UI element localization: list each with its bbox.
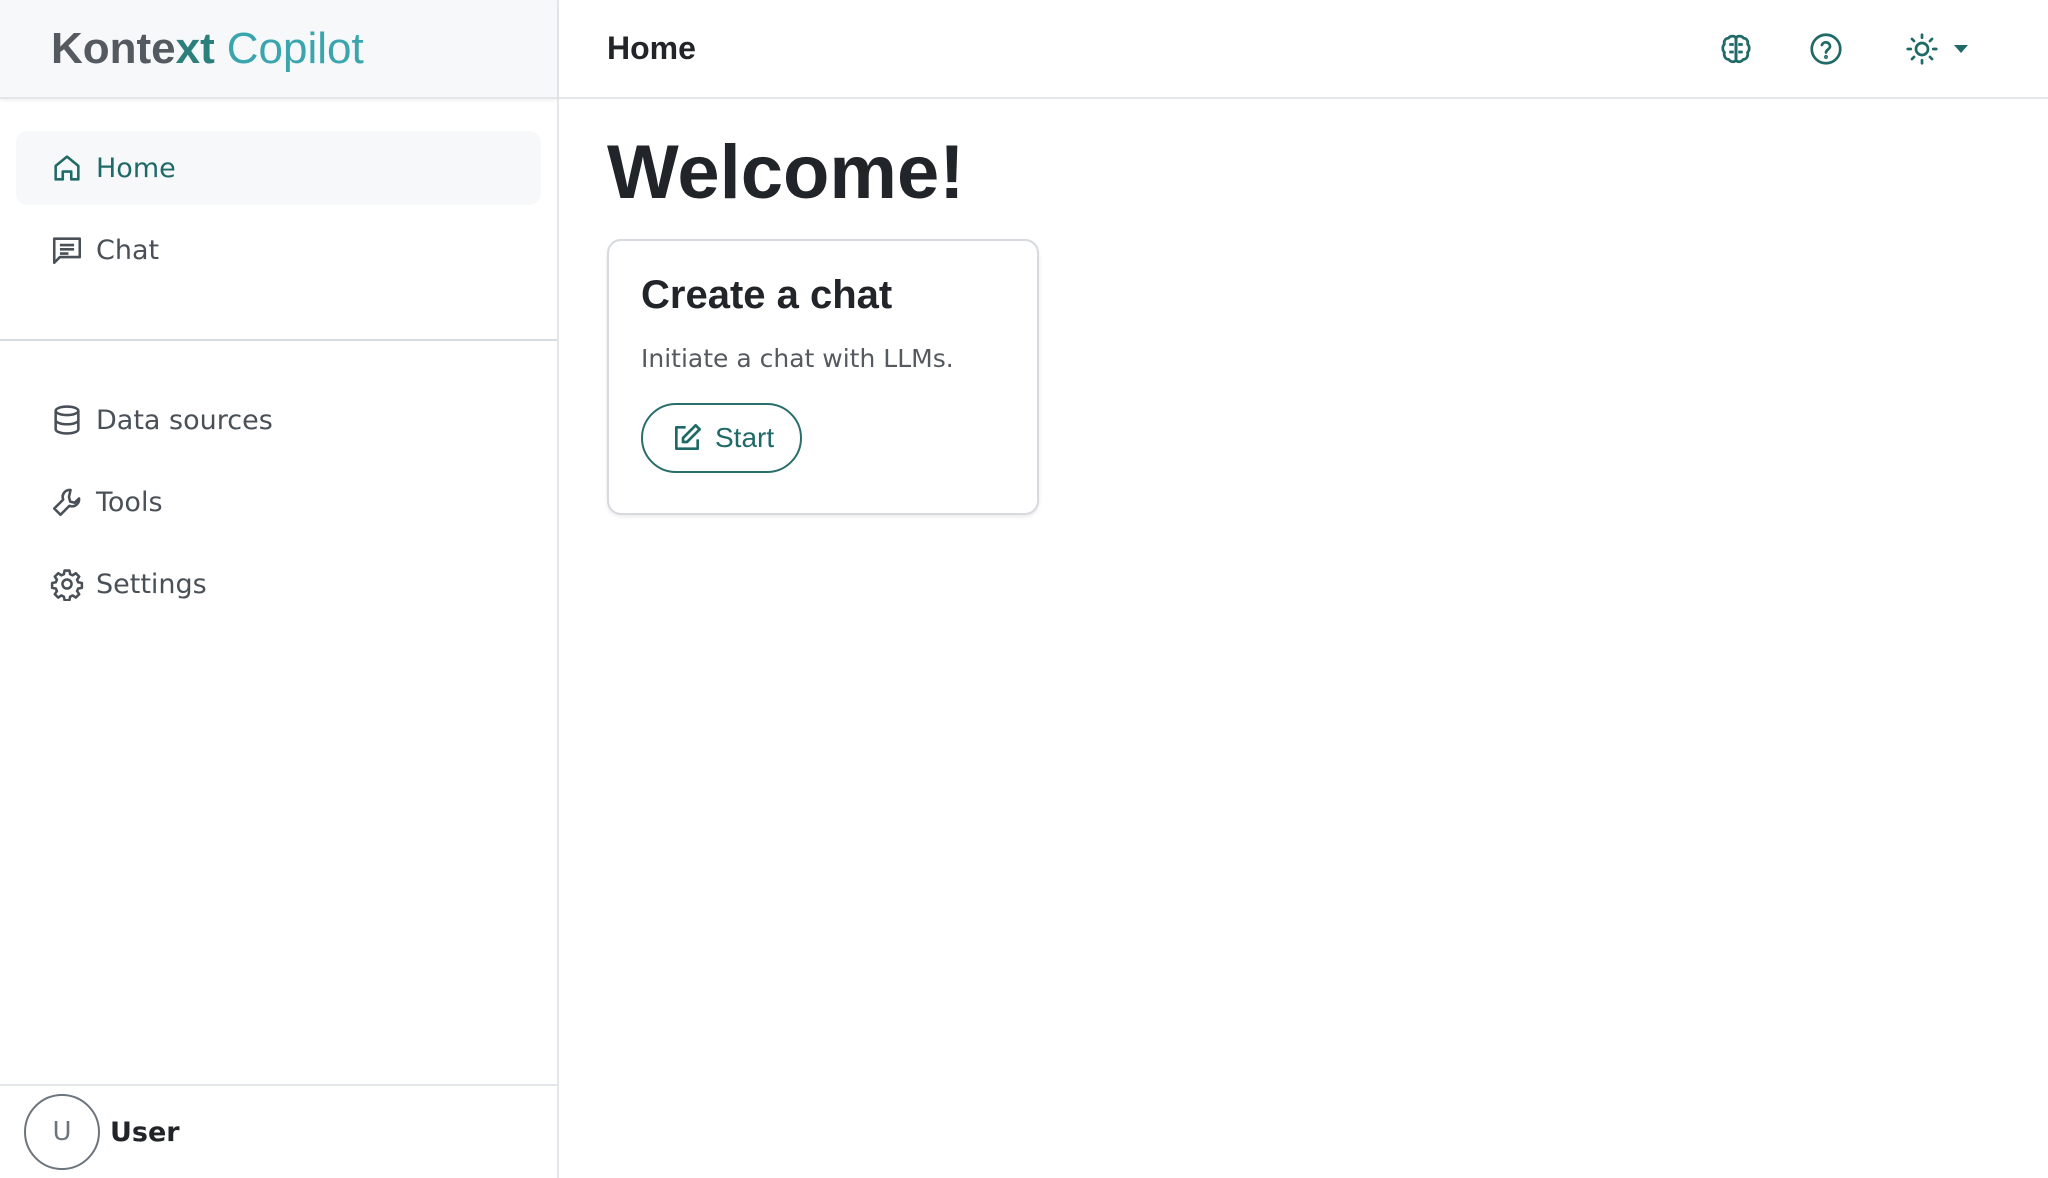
sidebar-item-label: Chat <box>96 234 160 266</box>
secondary-nav: Data sources Tools Settings <box>0 383 557 629</box>
create-chat-card: Create a chat Initiate a chat with LLMs.… <box>607 239 1039 515</box>
start-chat-button[interactable]: Start <box>641 403 803 473</box>
welcome-heading: Welcome! <box>607 130 965 215</box>
wrench-icon <box>50 485 84 519</box>
nav-divider <box>0 339 557 341</box>
sidebar-item-label: Tools <box>96 486 163 518</box>
sidebar-item-label: Home <box>96 152 176 184</box>
top-bar: Home <box>559 0 2048 99</box>
avatar-initial: U <box>52 1117 72 1147</box>
theme-toggle[interactable] <box>1902 29 1968 69</box>
user-name: User <box>110 1116 180 1148</box>
brand-name-part3: Copilot <box>226 23 364 73</box>
sidebar-item-label: Settings <box>96 568 207 600</box>
app-root: Konte xt Copilot Home Chat Data sources … <box>0 0 2048 1178</box>
sidebar-item-home[interactable]: Home <box>16 131 541 205</box>
help-circle-icon[interactable] <box>1806 29 1846 69</box>
sun-icon <box>1902 29 1942 69</box>
brand-name-part2: xt <box>175 23 215 73</box>
home-content: Welcome! Create a chat Initiate a chat w… <box>559 99 2048 515</box>
chevron-down-icon <box>1954 44 1968 53</box>
home-icon <box>50 151 84 185</box>
main-area: Home Welcome! Create a chat Initiate a c… <box>559 0 2048 1178</box>
sidebar-item-data-sources[interactable]: Data sources <box>16 383 541 457</box>
sidebar-item-label: Data sources <box>96 404 273 436</box>
card-title: Create a chat <box>641 273 893 317</box>
start-button-label: Start <box>715 422 775 453</box>
user-profile[interactable]: U User <box>0 1084 557 1178</box>
sidebar-item-chat[interactable]: Chat <box>16 213 541 287</box>
edit-icon <box>671 422 715 454</box>
page-title: Home <box>607 30 696 66</box>
gear-icon <box>50 567 84 601</box>
sidebar: Konte xt Copilot Home Chat Data sources … <box>0 0 559 1178</box>
sidebar-item-tools[interactable]: Tools <box>16 465 541 539</box>
primary-nav: Home Chat <box>0 99 557 295</box>
card-description: Initiate a chat with LLMs. <box>641 344 954 373</box>
brand-logo[interactable]: Konte xt Copilot <box>0 0 557 99</box>
database-icon <box>50 403 84 437</box>
brain-icon[interactable] <box>1716 29 1756 69</box>
chat-icon <box>50 233 84 267</box>
avatar[interactable]: U <box>24 1094 100 1170</box>
sidebar-item-settings[interactable]: Settings <box>16 547 541 621</box>
brand-name-part1: Konte <box>51 23 176 73</box>
